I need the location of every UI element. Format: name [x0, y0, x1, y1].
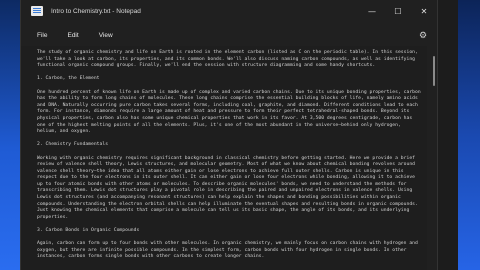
- gear-icon[interactable]: ⚙: [417, 29, 429, 41]
- window-title: Intro to Chemistry.txt - Notepad: [51, 7, 141, 15]
- scroll-thumb[interactable]: [433, 56, 435, 86]
- desktop-wallpaper-left: [0, 0, 20, 270]
- document-paragraph: One hundred percent of known life on Ear…: [37, 89, 424, 135]
- maximize-button[interactable]: ☐: [385, 0, 411, 22]
- window-controls: — ☐ ✕: [359, 0, 437, 22]
- menu-bar: File Edit View ⚙: [21, 26, 437, 44]
- section-heading: 1. Carbon, the Element: [37, 76, 100, 82]
- section-heading: 2. Chemistry Fundamentals: [37, 142, 109, 148]
- notepad-icon: [31, 6, 43, 16]
- text-editor[interactable]: The study of organic chemistry and life …: [21, 46, 427, 270]
- document-paragraph: The study of organic chemistry and life …: [37, 50, 421, 69]
- document-paragraph: Again, carbon can form up to four bonds …: [37, 241, 421, 260]
- close-button[interactable]: ✕: [411, 0, 437, 22]
- section-heading: 3. Carbon Bonds in Organic Compounds: [37, 228, 140, 234]
- vertical-scrollbar[interactable]: [431, 50, 435, 264]
- minimize-button[interactable]: —: [359, 0, 385, 22]
- document-paragraph: Working with organic chemistry requires …: [37, 155, 421, 220]
- title-bar[interactable]: Intro to Chemistry.txt - Notepad — ☐ ✕: [21, 0, 437, 22]
- notepad-window: Intro to Chemistry.txt - Notepad — ☐ ✕ F…: [20, 0, 438, 270]
- menu-view[interactable]: View: [89, 32, 123, 39]
- menu-file[interactable]: File: [21, 32, 57, 39]
- desktop-wallpaper-right: [458, 0, 480, 270]
- menu-edit[interactable]: Edit: [57, 32, 88, 39]
